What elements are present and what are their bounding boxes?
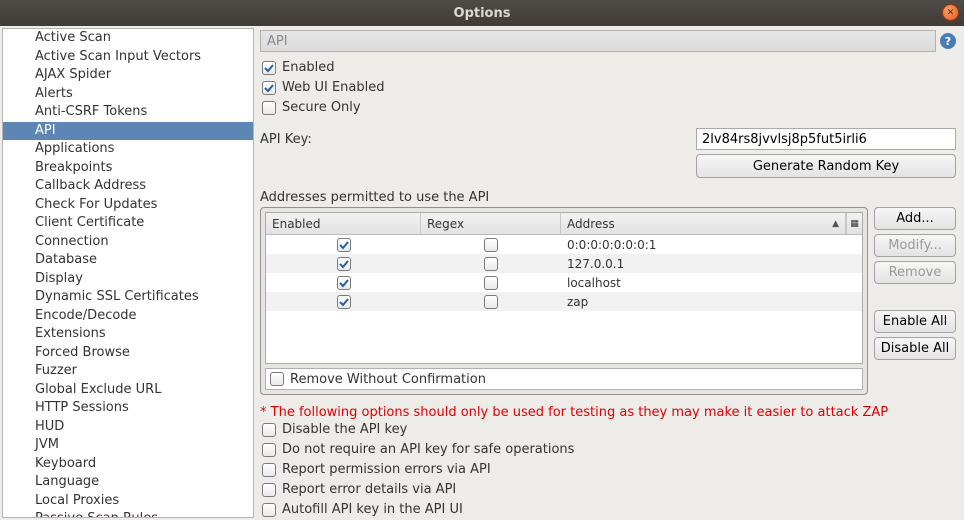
sidebar-item[interactable]: Extensions <box>3 325 253 344</box>
sidebar-item[interactable]: Callback Address <box>3 177 253 196</box>
table-row[interactable]: 0:0:0:0:0:0:0:1 <box>266 235 862 254</box>
sidebar-item[interactable]: AJAX Spider <box>3 66 253 85</box>
sidebar-item[interactable]: Active Scan Input Vectors <box>3 48 253 67</box>
enable-all-button[interactable]: Enable All <box>874 310 956 333</box>
addresses-label: Addresses permitted to use the API <box>260 190 956 205</box>
row-enabled-checkbox[interactable] <box>337 238 351 252</box>
table-body[interactable]: 0:0:0:0:0:0:0:1 127.0.0.1 localhost zap <box>266 235 862 363</box>
sidebar-item[interactable]: JVM <box>3 436 253 455</box>
sidebar-item[interactable]: Active Scan <box>3 29 253 48</box>
sidebar-item[interactable]: Local Proxies <box>3 492 253 511</box>
generate-key-button[interactable]: Generate Random Key <box>696 154 956 178</box>
help-icon[interactable]: ? <box>940 33 956 49</box>
checkbox-autofill[interactable] <box>262 503 276 517</box>
row-enabled-checkbox[interactable] <box>337 295 351 309</box>
sidebar-item[interactable]: Applications <box>3 140 253 159</box>
label-disable-key: Disable the API key <box>282 421 407 439</box>
add-button[interactable]: Add... <box>874 207 956 230</box>
api-key-label: API Key: <box>260 132 312 147</box>
row-webui-enabled: Web UI Enabled <box>260 78 956 98</box>
sidebar-item[interactable]: Display <box>3 270 253 289</box>
api-key-input[interactable] <box>696 128 956 150</box>
sidebar-item[interactable]: HTTP Sessions <box>3 399 253 418</box>
checkbox-secure-only[interactable] <box>262 101 276 115</box>
sidebar-item[interactable]: Keyboard <box>3 455 253 474</box>
table-corner-icon[interactable]: ▦ <box>846 213 862 234</box>
checkbox-disable-key[interactable] <box>262 423 276 437</box>
label-report-err: Report error details via API <box>282 481 456 499</box>
remove-button[interactable]: Remove <box>874 261 956 284</box>
sidebar-item[interactable]: Client Certificate <box>3 214 253 233</box>
remove-without-confirm-row: Remove Without Confirmation <box>265 368 863 390</box>
table-buttons: Add... Modify... Remove Enable All Disab… <box>874 207 956 395</box>
col-address[interactable]: Address ▲ <box>561 213 846 234</box>
table-row[interactable]: 127.0.0.1 <box>266 254 862 273</box>
warning-text: * The following options should only be u… <box>260 405 956 420</box>
row-regex-checkbox[interactable] <box>484 276 498 290</box>
sidebar-item[interactable]: Global Exclude URL <box>3 381 253 400</box>
sidebar-item[interactable]: Breakpoints <box>3 159 253 178</box>
label-autofill: Autofill API key in the API UI <box>282 501 463 519</box>
label-enabled: Enabled <box>282 59 335 77</box>
label-report-perm: Report permission errors via API <box>282 461 491 479</box>
panel-heading: API <box>260 30 936 52</box>
row-report-err: Report error details via API <box>260 480 956 500</box>
close-icon[interactable]: ✕ <box>942 4 959 21</box>
window-title: Options <box>454 6 511 21</box>
checkbox-report-err[interactable] <box>262 483 276 497</box>
sidebar-item[interactable]: API <box>3 122 253 141</box>
sidebar-item[interactable]: Passive Scan Rules <box>3 510 253 518</box>
sidebar-item[interactable]: Check For Updates <box>3 196 253 215</box>
addresses-frame: Enabled Regex Address ▲ ▦ 0:0:0:0:0:0:0:… <box>260 207 868 395</box>
row-report-perm: Report permission errors via API <box>260 460 956 480</box>
content: Active ScanActive Scan Input VectorsAJAX… <box>0 26 964 520</box>
checkbox-webui-enabled[interactable] <box>262 81 276 95</box>
sidebar-item[interactable]: Encode/Decode <box>3 307 253 326</box>
checkbox-remove-confirm[interactable] <box>270 372 284 386</box>
checkbox-report-perm[interactable] <box>262 463 276 477</box>
disable-all-button[interactable]: Disable All <box>874 337 956 360</box>
sidebar-item[interactable]: Dynamic SSL Certificates <box>3 288 253 307</box>
table-header: Enabled Regex Address ▲ ▦ <box>266 213 862 235</box>
row-no-require: Do not require an API key for safe opera… <box>260 440 956 460</box>
row-regex-checkbox[interactable] <box>484 295 498 309</box>
sidebar-item[interactable]: HUD <box>3 418 253 437</box>
row-regex-checkbox[interactable] <box>484 257 498 271</box>
row-address: zap <box>561 295 862 309</box>
table-row[interactable]: localhost <box>266 273 862 292</box>
checkbox-no-require[interactable] <box>262 443 276 457</box>
sidebar-item[interactable]: Alerts <box>3 85 253 104</box>
titlebar: Options ✕ <box>0 0 964 26</box>
row-enabled-checkbox[interactable] <box>337 276 351 290</box>
sidebar-item[interactable]: Anti-CSRF Tokens <box>3 103 253 122</box>
sidebar-item[interactable]: Fuzzer <box>3 362 253 381</box>
label-secure-only: Secure Only <box>282 99 361 117</box>
row-address: 127.0.0.1 <box>561 257 862 271</box>
sidebar-item[interactable]: Connection <box>3 233 253 252</box>
sidebar-item[interactable]: Language <box>3 473 253 492</box>
table-row[interactable]: zap <box>266 292 862 311</box>
checkbox-enabled[interactable] <box>262 61 276 75</box>
col-enabled[interactable]: Enabled <box>266 213 421 234</box>
row-regex-checkbox[interactable] <box>484 238 498 252</box>
sort-asc-icon: ▲ <box>832 219 839 229</box>
modify-button[interactable]: Modify... <box>874 234 956 257</box>
row-enabled-checkbox[interactable] <box>337 257 351 271</box>
col-regex[interactable]: Regex <box>421 213 561 234</box>
row-address: localhost <box>561 276 862 290</box>
row-enabled: Enabled <box>260 58 956 78</box>
sidebar[interactable]: Active ScanActive Scan Input VectorsAJAX… <box>2 28 254 518</box>
row-secure-only: Secure Only <box>260 98 956 118</box>
addresses-table: Enabled Regex Address ▲ ▦ 0:0:0:0:0:0:0:… <box>265 212 863 364</box>
main-panel: API ? Enabled Web UI Enabled Secure Only… <box>256 26 964 520</box>
row-autofill: Autofill API key in the API UI <box>260 500 956 520</box>
col-address-label: Address <box>567 217 615 231</box>
label-no-require: Do not require an API key for safe opera… <box>282 441 574 459</box>
remove-confirm-label: Remove Without Confirmation <box>290 372 486 387</box>
row-address: 0:0:0:0:0:0:0:1 <box>561 238 862 252</box>
sidebar-item[interactable]: Database <box>3 251 253 270</box>
row-disable-key: Disable the API key <box>260 420 956 440</box>
label-webui-enabled: Web UI Enabled <box>282 79 385 97</box>
sidebar-item[interactable]: Forced Browse <box>3 344 253 363</box>
